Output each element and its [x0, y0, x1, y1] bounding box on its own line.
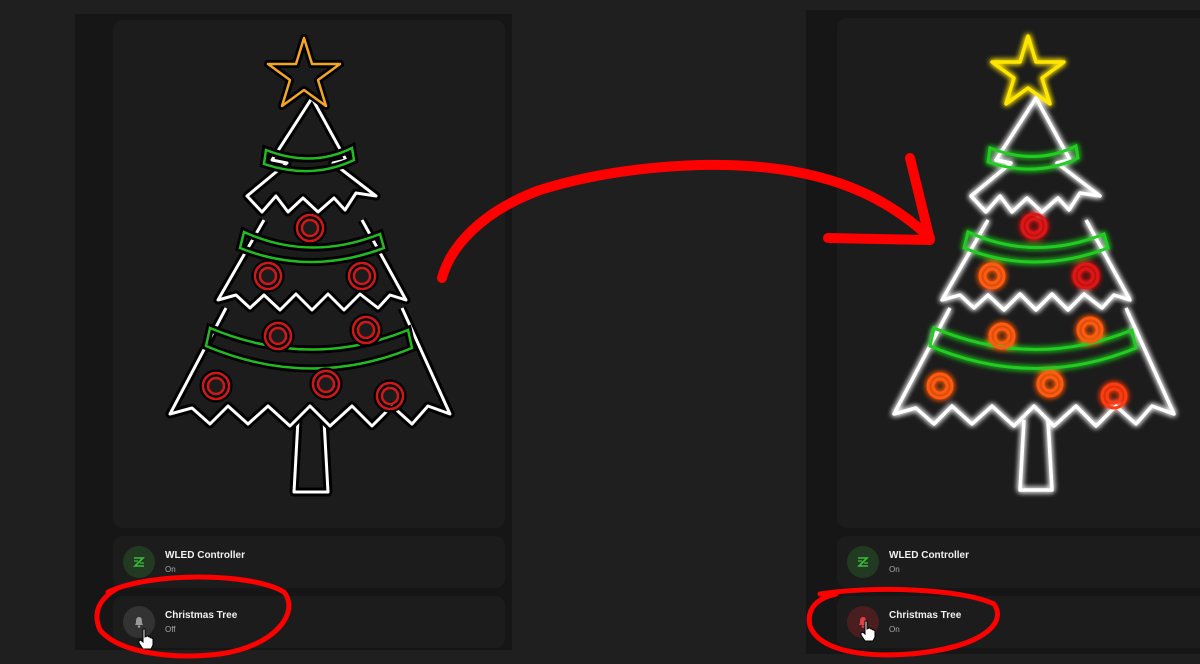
- right-wled-controller-tile[interactable]: WLED Controller On: [837, 536, 1200, 588]
- entity-name: Christmas Tree: [889, 610, 962, 621]
- hand-cursor-icon: [860, 620, 876, 642]
- right-christmas-tree-tile[interactable]: Christmas Tree On: [837, 596, 1200, 648]
- entity-name: Christmas Tree: [165, 610, 238, 621]
- wled-icon[interactable]: [847, 546, 879, 578]
- left-christmas-tree-image: [165, 34, 455, 497]
- entity-state: On: [165, 565, 176, 574]
- left-wled-controller-tile[interactable]: WLED Controller On: [113, 536, 505, 588]
- entity-name: WLED Controller: [165, 550, 245, 561]
- wled-icon[interactable]: [123, 546, 155, 578]
- left-tree-picture-card[interactable]: [113, 20, 505, 528]
- entity-state: On: [889, 565, 900, 574]
- right-christmas-tree-image: [892, 34, 1176, 492]
- right-tree-picture-card[interactable]: [837, 18, 1200, 528]
- entity-state: On: [889, 625, 900, 634]
- entity-name: WLED Controller: [889, 550, 969, 561]
- left-christmas-tree-tile[interactable]: Christmas Tree Off: [113, 596, 505, 648]
- entity-state: Off: [165, 625, 176, 634]
- hand-cursor-icon: [138, 628, 154, 650]
